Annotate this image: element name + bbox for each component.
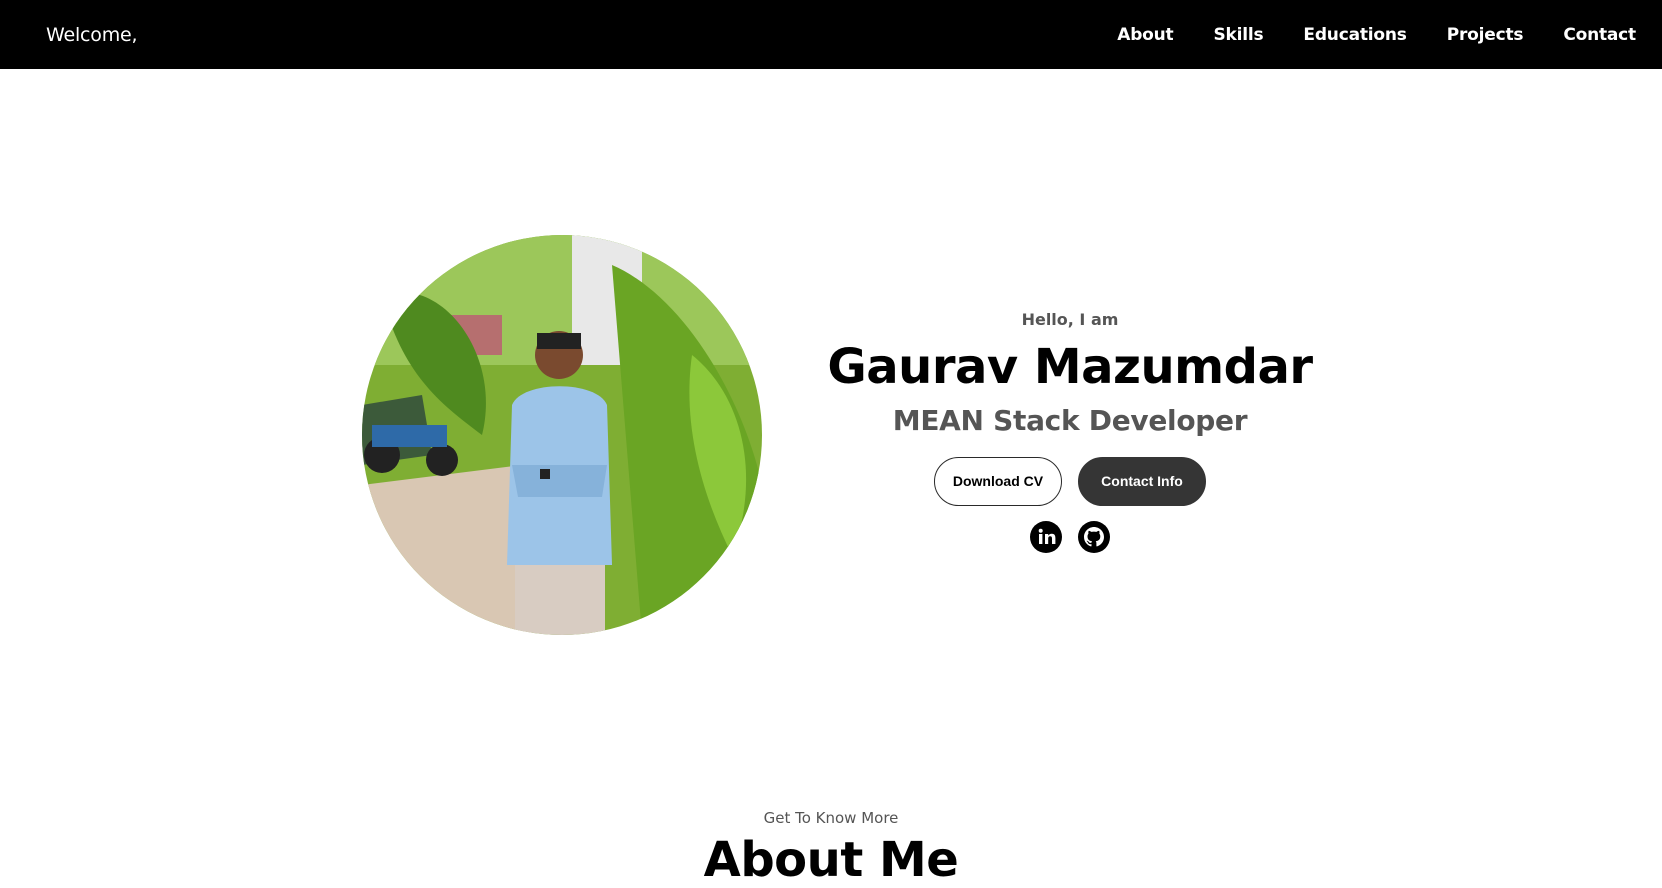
hero-text: Hello, I am Gaurav Mazumdar MEAN Stack D… bbox=[780, 310, 1360, 553]
nav-link-skills[interactable]: Skills bbox=[1213, 25, 1263, 45]
profile-name: Gaurav Mazumdar bbox=[827, 339, 1313, 395]
hero-buttons: Download CV Contact Info bbox=[780, 456, 1360, 506]
social-links bbox=[780, 520, 1360, 553]
profile-role: MEAN Stack Developer bbox=[892, 403, 1248, 437]
github-icon[interactable] bbox=[1078, 520, 1110, 553]
download-cv-button[interactable]: Download CV bbox=[934, 456, 1062, 506]
about-subtitle: Get To Know More bbox=[763, 809, 899, 827]
nav-link-educations[interactable]: Educations bbox=[1303, 25, 1406, 45]
nav-link-contact[interactable]: Contact bbox=[1563, 25, 1636, 45]
nav-links: About Skills Educations Projects Contact bbox=[1077, 25, 1636, 45]
about-title: About Me bbox=[703, 832, 959, 888]
profile-photo bbox=[362, 235, 762, 635]
greeting-text: Hello, I am bbox=[1021, 310, 1119, 329]
navbar: Welcome, About Skills Educations Project… bbox=[0, 0, 1662, 69]
contact-info-button[interactable]: Contact Info bbox=[1078, 456, 1206, 506]
logo[interactable]: Welcome, bbox=[46, 24, 138, 46]
nav-link-projects[interactable]: Projects bbox=[1447, 25, 1524, 45]
nav-link-about[interactable]: About bbox=[1117, 25, 1173, 45]
linkedin-icon[interactable] bbox=[1030, 520, 1062, 553]
